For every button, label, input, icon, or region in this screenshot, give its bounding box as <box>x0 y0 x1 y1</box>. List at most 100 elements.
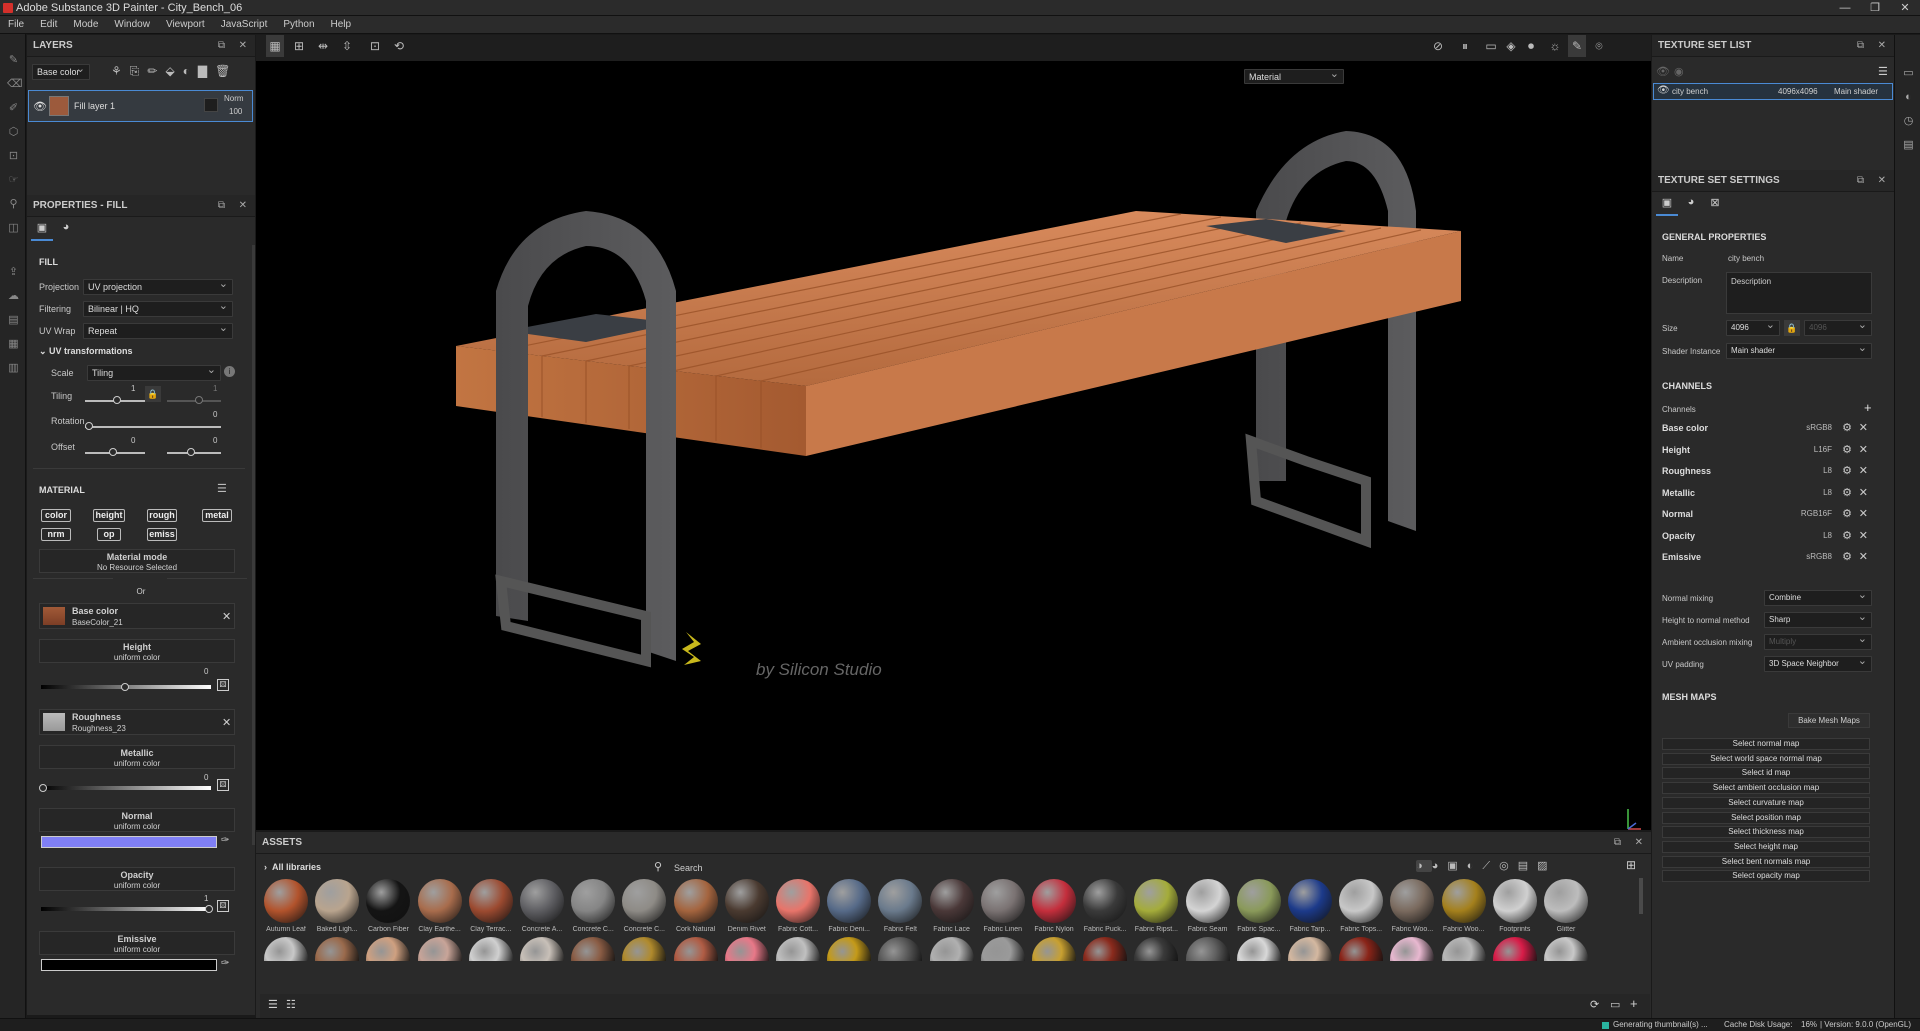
viewport[interactable]: ▦ ⊞ ⇹ ⇳ ⊡ ⟲ ⊘ ⏸ ▭ ◈ ⏺ ☼ ✎ ⌾ Material by … <box>256 35 1651 830</box>
asset-thumbnail[interactable] <box>929 937 974 961</box>
channel-row[interactable]: Roughness L8 ⚙ ✕ <box>1662 463 1872 481</box>
remove-channel-icon[interactable]: ✕ <box>1859 486 1868 499</box>
channel-row[interactable]: Height L16F ⚙ ✕ <box>1662 442 1872 460</box>
material-mode-box[interactable]: Material mode No Resource Selected <box>39 549 235 573</box>
channel-format[interactable]: L16F <box>1814 445 1832 454</box>
info-icon[interactable]: i <box>224 366 235 377</box>
filtering-dropdown[interactable]: Bilinear | HQ <box>83 299 233 317</box>
tiling-knob[interactable] <box>113 396 121 404</box>
uv-transformations-toggle[interactable]: ⌄ UV transformations <box>39 346 133 357</box>
menu-icon[interactable]: ☰ <box>1878 65 1888 78</box>
asset-thumbnail[interactable] <box>1492 937 1537 961</box>
select-mesh-map-button[interactable]: Select world space normal map <box>1662 752 1870 765</box>
channel-row[interactable]: Base color sRGB8 ⚙ ✕ <box>1662 420 1872 438</box>
asset-thumbnail[interactable] <box>878 879 923 923</box>
size-dropdown[interactable]: 4096 <box>1726 318 1780 336</box>
lock-icon[interactable]: 🔒 <box>145 386 161 402</box>
asset-thumbnail[interactable] <box>724 937 769 961</box>
normal-mixing-dropdown[interactable]: Combine <box>1764 588 1872 606</box>
asset-thumbnail[interactable] <box>264 937 308 961</box>
grid-view-icon[interactable]: ⊞ <box>1626 858 1636 872</box>
align-icon[interactable]: ⇳ <box>338 35 356 57</box>
asset-thumbnail[interactable] <box>827 879 872 923</box>
pause-icon[interactable]: ⏸ <box>1456 35 1474 57</box>
camera-icon[interactable]: ⏺ <box>1522 35 1540 57</box>
description-input[interactable]: Description <box>1726 272 1872 314</box>
environment-filter-icon[interactable]: ▤ <box>1518 860 1537 872</box>
menu-mode[interactable]: Mode <box>65 16 106 34</box>
log-icon[interactable]: ▥ <box>7 362 20 375</box>
display-settings-icon[interactable]: ☁ <box>7 290 20 303</box>
asset-thumbnail[interactable] <box>1441 879 1486 923</box>
asset-thumbnail[interactable] <box>1441 937 1486 961</box>
metallic-knob[interactable] <box>39 784 47 792</box>
tiling-value[interactable]: 1 <box>131 384 135 393</box>
channel-format[interactable]: L8 <box>1823 488 1832 497</box>
single-view-icon[interactable]: ▭ <box>1482 35 1500 57</box>
image-filter-icon[interactable]: ▨ <box>1537 860 1556 872</box>
roughness-slot[interactable]: Roughness Roughness_23 ✕ <box>39 709 235 735</box>
select-mesh-map-button[interactable]: Select id map <box>1662 767 1870 780</box>
size-dropdown-2[interactable]: 4096 <box>1804 318 1872 336</box>
eraser-icon[interactable]: ⌫ <box>7 78 23 91</box>
cube-view-icon[interactable]: ◈ <box>1502 35 1520 57</box>
delete-layer-icon[interactable]: 🗑 <box>215 64 238 78</box>
channel-settings-icon[interactable]: ⚙ <box>1842 529 1852 542</box>
float-icon[interactable]: ⧉ <box>1614 832 1621 854</box>
uvwrap-dropdown[interactable]: Repeat <box>83 321 233 339</box>
remove-channel-icon[interactable]: ✕ <box>1859 464 1868 477</box>
asset-thumbnail[interactable] <box>1236 879 1281 923</box>
projection-dropdown[interactable]: UV projection <box>83 277 233 295</box>
polygon-fill-icon[interactable]: ◫ <box>7 222 20 235</box>
asset-thumbnail[interactable] <box>980 879 1025 923</box>
texture-set-list-icon[interactable]: ▭ <box>1902 67 1915 80</box>
channel-format[interactable]: L8 <box>1823 466 1832 475</box>
channel-settings-icon[interactable]: ⚙ <box>1842 486 1852 499</box>
layer-opacity[interactable]: 100 <box>229 107 242 116</box>
channel-row[interactable]: Normal RGB16F ⚙ ✕ <box>1662 506 1872 524</box>
lock-icon[interactable]: 🔒 <box>1784 320 1800 336</box>
asset-thumbnail[interactable] <box>1288 879 1332 923</box>
mask-slot[interactable] <box>204 98 218 112</box>
asset-thumbnail[interactable] <box>366 879 411 923</box>
bench-model[interactable]: by Silicon Studio <box>256 61 1651 830</box>
fill-tab-icon[interactable]: ▣ <box>31 221 53 241</box>
close-icon[interactable]: ✕ <box>1635 832 1643 854</box>
uv-tab-icon[interactable]: ⊠ <box>1704 196 1726 216</box>
minimize-button[interactable]: — <box>1830 0 1860 16</box>
blend-mode[interactable]: Norm <box>224 94 244 103</box>
select-mesh-map-button[interactable]: Select height map <box>1662 840 1870 853</box>
asset-thumbnail[interactable] <box>1339 937 1384 961</box>
rough-channel-button[interactable]: rough <box>147 509 177 522</box>
asset-thumbnail[interactable] <box>1083 937 1128 961</box>
opacity-slot[interactable]: Opacity uniform color <box>39 867 235 891</box>
rotation-knob[interactable] <box>85 422 93 430</box>
add-channel-icon[interactable]: + <box>1864 400 1872 415</box>
sort-icon[interactable]: ☰ <box>268 998 278 1011</box>
height-value[interactable]: 0 <box>204 667 208 676</box>
shelf-icon[interactable]: ⇪ <box>7 266 20 279</box>
height-knob[interactable] <box>121 683 129 691</box>
height-channel-button[interactable]: height <box>93 509 125 522</box>
particle-filter-icon[interactable]: ◎ <box>1499 860 1518 872</box>
asset-thumbnail[interactable] <box>1032 879 1076 923</box>
remove-channel-icon[interactable]: ✕ <box>1859 421 1868 434</box>
grid-icon[interactable]: ▦ <box>266 35 284 57</box>
display-icon[interactable]: ◐ <box>1902 91 1915 104</box>
color-picker-icon[interactable]: ✑ <box>221 835 229 846</box>
eye-icon[interactable]: 👁 <box>33 100 47 113</box>
asset-thumbnail[interactable] <box>724 879 769 923</box>
op-channel-button[interactable]: op <box>97 528 121 541</box>
offset-x-value[interactable]: 0 <box>131 436 135 445</box>
menu-help[interactable]: Help <box>323 16 360 34</box>
asset-thumbnail[interactable] <box>673 937 718 961</box>
asset-thumbnail[interactable] <box>1544 879 1588 923</box>
channel-settings-icon[interactable]: ⚙ <box>1842 550 1852 563</box>
close-icon[interactable]: ✕ <box>239 195 247 217</box>
asset-thumbnail[interactable] <box>776 879 820 923</box>
height-to-normal-dropdown[interactable]: Sharp <box>1764 610 1872 628</box>
offset-x-knob[interactable] <box>109 448 117 456</box>
asset-thumbnail[interactable] <box>366 937 411 961</box>
channel-dropdown[interactable]: Base color <box>32 62 90 80</box>
texture-filter-icon[interactable]: ▣ <box>1447 860 1466 872</box>
